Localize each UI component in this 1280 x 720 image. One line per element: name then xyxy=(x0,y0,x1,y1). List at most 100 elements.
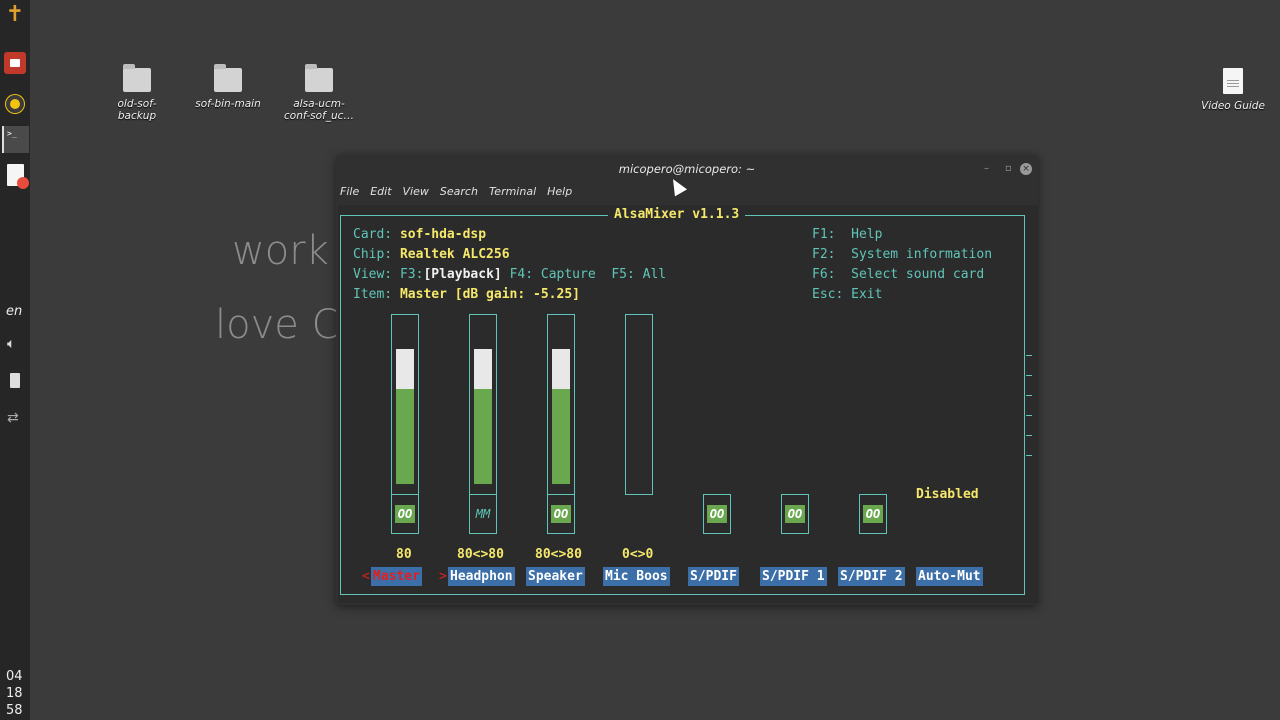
terminal-content[interactable]: AlsaMixer v1.1.3 Card: sof-hda-dsp Chip:… xyxy=(338,205,1038,603)
mute-toggle-speaker[interactable]: OO xyxy=(547,494,575,534)
channel-value-auto-mute: Disabled xyxy=(916,487,979,502)
card-key: Card: xyxy=(353,227,393,242)
channel-label-headphone[interactable]: Headphon xyxy=(448,567,515,586)
terminal-window[interactable]: micopero@micopero: ~ – ▫ × File Edit Vie… xyxy=(336,155,1038,605)
volume-icon[interactable]: 🔈︎ xyxy=(7,336,15,352)
volume-peak xyxy=(474,349,492,389)
mute-state: OO xyxy=(863,505,883,523)
maximize-button[interactable]: ▫ xyxy=(1005,163,1012,174)
chip-line: Chip: Realtek ALC256 xyxy=(353,245,510,265)
clock-hour: 04 xyxy=(6,669,23,684)
channel-label-spdif-1[interactable]: S/PDIF 1 xyxy=(760,567,827,586)
volume-fill xyxy=(396,389,414,484)
screen-recorder-icon[interactable] xyxy=(4,52,26,74)
terminal-menu-bar: File Edit View Search Terminal Help xyxy=(340,185,572,201)
background-text-line-2: love C xyxy=(215,302,340,348)
view-playback[interactable]: [Playback] xyxy=(423,267,501,282)
desktop-icon-label: alsa-ucm- conf-sof_uc… xyxy=(284,98,354,122)
folder-icon xyxy=(214,64,242,92)
music-player-icon[interactable] xyxy=(3,92,27,116)
channel-label-spdif[interactable]: S/PDIF xyxy=(688,567,739,586)
minimize-button[interactable]: – xyxy=(984,163,989,174)
help-f2[interactable]: F2: System information xyxy=(812,245,992,265)
channel-value-speaker: 80<>80 xyxy=(535,547,582,562)
clock-second: 58 xyxy=(6,703,23,718)
volume-bar-master[interactable] xyxy=(391,314,419,495)
view-all[interactable]: F5: All xyxy=(611,267,666,282)
view-capture[interactable]: F4: Capture xyxy=(510,267,596,282)
keyboard-layout-indicator[interactable]: en xyxy=(6,304,22,319)
mute-state: OO xyxy=(785,505,805,523)
desktop-icon-label: sof-bin-main xyxy=(195,98,261,110)
volume-bar-headphone[interactable] xyxy=(469,314,497,495)
clock-minute: 18 xyxy=(6,686,23,701)
desktop-icon-label: old-sof- backup xyxy=(117,98,157,122)
item-value: Master [dB gain: -5.25] xyxy=(399,287,580,302)
help-esc[interactable]: Esc: Exit xyxy=(812,285,882,305)
mute-toggle-spdif[interactable]: OO xyxy=(703,494,731,534)
selection-marker-right: > xyxy=(439,569,447,584)
desktop-folder-alsa-ucm-conf[interactable]: alsa-ucm- conf-sof_uc… xyxy=(279,64,359,122)
mute-state: OO xyxy=(395,505,415,523)
help-text: Select sound card xyxy=(851,267,985,282)
scrollbar[interactable] xyxy=(1026,355,1032,475)
menu-terminal[interactable]: Terminal xyxy=(489,185,536,201)
channel-label-auto-mute[interactable]: Auto-Mut xyxy=(916,567,983,586)
chip-key: Chip: xyxy=(353,247,393,262)
document-icon xyxy=(1223,68,1243,94)
menu-file[interactable]: File xyxy=(340,185,359,201)
card-value: sof-hda-dsp xyxy=(399,227,487,242)
help-key: F2: xyxy=(812,247,836,262)
selection-marker-left: < xyxy=(362,569,370,584)
channel-label-mic-boost[interactable]: Mic Boos xyxy=(603,567,670,586)
help-text: System information xyxy=(851,247,993,262)
menu-help[interactable]: Help xyxy=(547,185,572,201)
channel-value-master: 80 xyxy=(396,547,412,562)
desktop-file-video-guide[interactable]: Video Guide xyxy=(1193,68,1273,112)
help-f1[interactable]: F1: Help xyxy=(812,225,882,245)
clock[interactable]: 04 18 58 xyxy=(6,668,23,719)
terminal-icon[interactable]: >_ xyxy=(2,126,29,153)
help-text: Exit xyxy=(851,287,883,302)
mute-toggle-spdif-1[interactable]: OO xyxy=(781,494,809,534)
mute-toggle-spdif-2[interactable]: OO xyxy=(859,494,887,534)
menu-view[interactable]: View xyxy=(403,185,429,201)
menu-search[interactable]: Search xyxy=(440,185,478,201)
view-f3: F3: xyxy=(399,267,424,282)
desktop-folder-old-sof-backup[interactable]: old-sof- backup xyxy=(97,64,177,122)
cross-icon[interactable]: ✝ xyxy=(3,2,27,27)
mute-toggle-master[interactable]: OO xyxy=(391,494,419,534)
volume-peak xyxy=(396,349,414,389)
window-title[interactable]: micopero@micopero: ~ xyxy=(336,155,1038,183)
folder-icon xyxy=(123,64,151,92)
volume-peak xyxy=(552,349,570,389)
background-text-line-1: work xyxy=(232,228,329,274)
mute-toggle-headphone[interactable]: MM xyxy=(469,494,497,534)
item-line: Item: Master [dB gain: -5.25] xyxy=(353,285,580,305)
help-f6[interactable]: F6: Select sound card xyxy=(812,265,984,285)
card-line: Card: sof-hda-dsp xyxy=(353,225,486,245)
chip-value: Realtek ALC256 xyxy=(399,247,510,262)
channel-label-master[interactable]: Master xyxy=(371,567,422,586)
volume-bar-speaker[interactable] xyxy=(547,314,575,495)
mute-state: OO xyxy=(551,505,571,523)
item-key: Item: xyxy=(353,287,393,302)
mute-state: OO xyxy=(707,505,727,523)
document-viewer-icon[interactable] xyxy=(3,163,29,189)
close-button[interactable]: × xyxy=(1020,163,1032,175)
battery-icon[interactable] xyxy=(10,373,20,388)
channel-value-headphone: 80<>80 xyxy=(457,547,504,562)
help-key: F6: xyxy=(812,267,836,282)
channel-label-speaker[interactable]: Speaker xyxy=(526,567,585,586)
menu-edit[interactable]: Edit xyxy=(370,185,391,201)
view-key: View: xyxy=(353,267,393,282)
folder-icon xyxy=(305,64,333,92)
channel-label-spdif-2[interactable]: S/PDIF 2 xyxy=(838,567,905,586)
volume-bar-mic-boost[interactable] xyxy=(625,314,653,495)
view-line: View: F3:[Playback] F4: Capture F5: All xyxy=(353,265,666,285)
left-dock: ✝ >_ en 🔈︎ ⇄ 04 18 58 xyxy=(0,0,30,720)
network-icon[interactable]: ⇄ xyxy=(7,410,19,426)
desktop-folder-sof-bin-main[interactable]: sof-bin-main xyxy=(188,64,268,110)
channel-value-mic-boost: 0<>0 xyxy=(622,547,654,562)
alsamixer-title: AlsaMixer v1.1.3 xyxy=(608,207,746,222)
